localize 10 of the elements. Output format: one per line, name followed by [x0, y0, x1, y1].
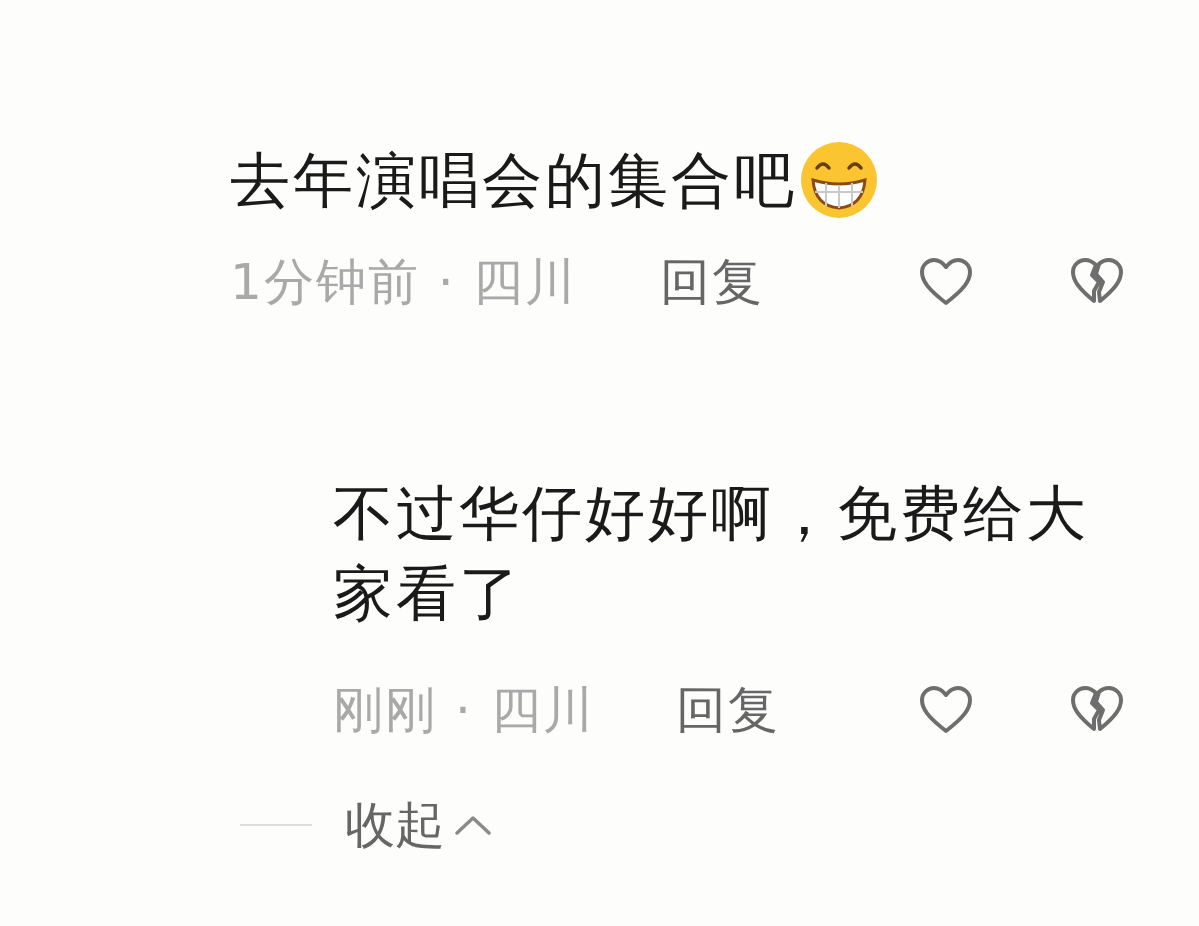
- reply-button[interactable]: 回复: [676, 672, 780, 748]
- comment-text: 不过华仔好好啊，免费给大家看了: [333, 477, 1090, 630]
- comment-meta: 1分钟前 · 四川: [230, 251, 579, 313]
- heart-icon[interactable]: [918, 257, 974, 307]
- comment-text: 去年演唱会的集合吧: [230, 145, 797, 215]
- heart-icon[interactable]: [918, 685, 974, 735]
- collapse-button[interactable]: 收起: [345, 787, 493, 863]
- caret-up-icon: [453, 814, 493, 836]
- comment-meta: 刚刚 · 四川: [333, 679, 596, 741]
- reply-button[interactable]: 回复: [660, 244, 764, 320]
